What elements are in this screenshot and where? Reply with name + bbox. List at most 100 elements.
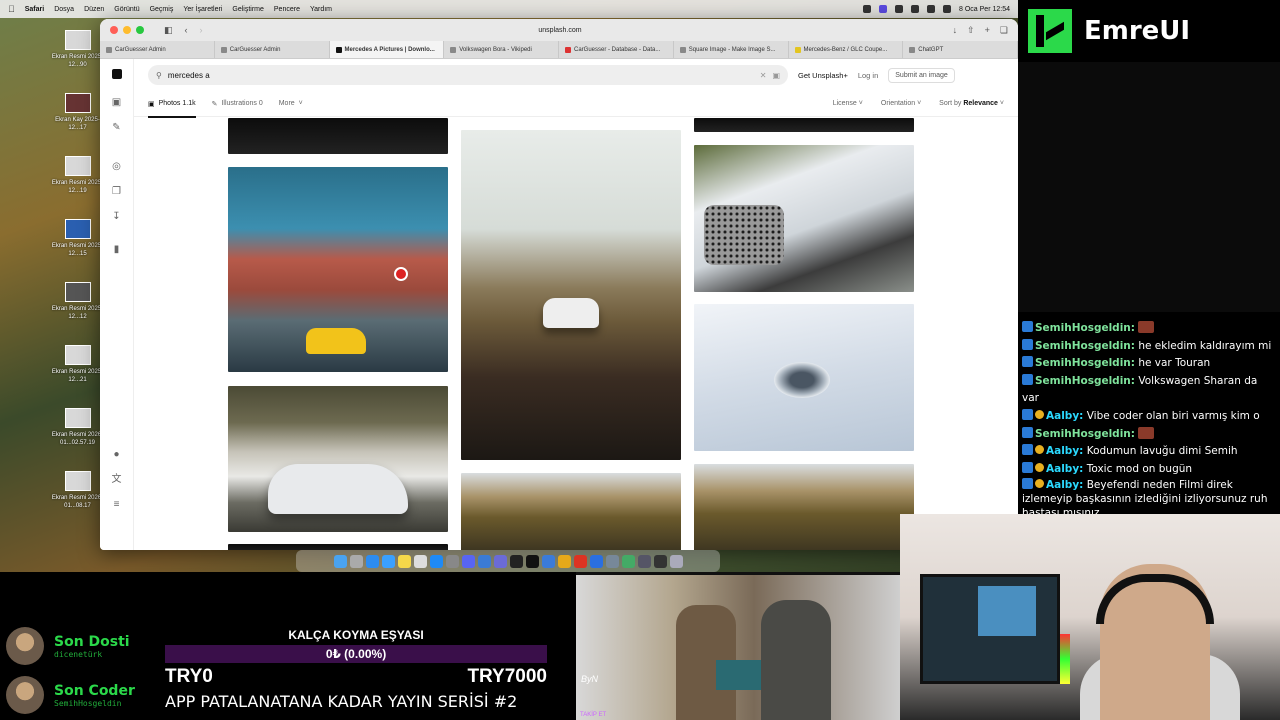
collections-icon[interactable]: ❐ xyxy=(111,186,123,198)
unsplash-logo-icon[interactable] xyxy=(111,69,122,79)
desktop-icons: Ekran Resmi 2025-12...90 Ekran Kay 2025-… xyxy=(50,30,105,534)
clear-icon[interactable]: ✕ xyxy=(760,71,767,80)
chatgpt-icon[interactable] xyxy=(509,554,523,568)
browser-tab[interactable]: Mercedes-Benz / GLC Coupe... xyxy=(789,41,904,58)
sort-filter[interactable]: Sort by Relevance ˅ xyxy=(939,100,1004,107)
settings-icon[interactable] xyxy=(445,554,459,568)
menu-item-gecmis[interactable]: Geçmiş xyxy=(150,6,174,13)
chrome-icon[interactable] xyxy=(557,554,571,568)
wifi-icon[interactable] xyxy=(911,5,920,13)
photo-card[interactable] xyxy=(228,118,448,154)
menu-item-goruntu[interactable]: Görüntü xyxy=(114,6,139,13)
photo-card[interactable] xyxy=(461,473,681,550)
photo-card[interactable] xyxy=(461,130,681,460)
browser-tab[interactable]: CarGuesser Admin xyxy=(215,41,330,58)
menu-clock[interactable]: 8 Oca Per 12:54 xyxy=(959,6,1010,13)
menu-item-dosya[interactable]: Dosya xyxy=(54,6,74,13)
tab-more[interactable]: More ˅ xyxy=(279,91,303,117)
safari-icon[interactable] xyxy=(365,554,379,568)
maximize-window-button[interactable] xyxy=(136,26,144,34)
browser-tab[interactable]: CarGuesser Admin xyxy=(100,41,215,58)
minimize-window-button[interactable] xyxy=(123,26,131,34)
menu-item-gelistirme[interactable]: Geliştirme xyxy=(232,6,264,13)
browser-tab-active[interactable]: Mercedes A Pictures | Downlo... xyxy=(329,41,445,58)
desktop-file[interactable]: Ekran Kay 2025-12...17 xyxy=(50,93,105,151)
favicon-icon xyxy=(106,46,112,53)
desktop-file[interactable]: Ekran Resmi 2026-01...08.17 xyxy=(50,471,105,529)
opera-icon[interactable] xyxy=(573,554,587,568)
search-input[interactable]: ⚲ mercedes a ✕ ▣ xyxy=(148,65,788,85)
menu-item-yardim[interactable]: Yardım xyxy=(310,6,332,13)
photo-card[interactable] xyxy=(228,386,448,532)
close-window-button[interactable] xyxy=(110,26,118,34)
photo-card[interactable] xyxy=(694,464,914,550)
status-icon[interactable] xyxy=(879,5,888,13)
desktop-file[interactable]: Ekran Resmi 2025-12...12 xyxy=(50,282,105,340)
app-icon[interactable] xyxy=(621,554,635,568)
share-icon[interactable]: ⇧ xyxy=(967,25,975,36)
app-icon[interactable] xyxy=(493,554,507,568)
menu-item-pencere[interactable]: Pencere xyxy=(274,6,300,13)
battery-icon[interactable] xyxy=(927,5,936,13)
desktop-file[interactable]: Ekran Resmi 2025-12...90 xyxy=(50,30,105,88)
tab-illustrations[interactable]: ✎ Illustrations 0 xyxy=(212,91,263,117)
menu-icon[interactable]: ≡ xyxy=(111,499,123,511)
finder-icon[interactable] xyxy=(333,554,347,568)
address-bar[interactable]: unsplash.com xyxy=(370,23,750,38)
get-unsplash-plus-link[interactable]: Get Unsplash+ xyxy=(798,71,848,80)
app-icon[interactable] xyxy=(541,554,555,568)
menu-item-duzen[interactable]: Düzen xyxy=(84,6,104,13)
brush-icon[interactable]: ✎ xyxy=(111,122,123,134)
browser-tab[interactable]: CarGuesser - Database - Data... xyxy=(559,41,674,58)
photo-card[interactable] xyxy=(694,118,914,132)
bookmark-icon[interactable]: ▮ xyxy=(111,244,123,256)
browser-tab[interactable]: Square Image - Make Image S... xyxy=(674,41,789,58)
browser-tab[interactable]: Volkswagen Bora - Vikipedi xyxy=(444,41,559,58)
tab-photos[interactable]: ▣ Photos 1.1k xyxy=(148,91,196,118)
license-filter[interactable]: License ˅ xyxy=(833,100,863,107)
submit-image-button[interactable]: Submit an image xyxy=(888,67,955,83)
discord-icon[interactable] xyxy=(461,554,475,568)
trash-icon[interactable] xyxy=(669,554,683,568)
photo-card[interactable] xyxy=(228,167,448,372)
menu-app-name[interactable]: Safari xyxy=(25,6,44,13)
desktop-file[interactable]: Ekran Resmi 2026-01...02.57.19 xyxy=(50,408,105,466)
download-icon[interactable]: ↓ xyxy=(953,25,958,36)
download-icon[interactable]: ↧ xyxy=(111,211,123,223)
notes-icon[interactable] xyxy=(397,554,411,568)
app-icon[interactable] xyxy=(653,554,667,568)
mail-icon[interactable] xyxy=(381,554,395,568)
menu-item-yer-isaretleri[interactable]: Yer İşaretleri xyxy=(183,6,222,13)
status-icon[interactable] xyxy=(895,5,904,13)
app-icon[interactable] xyxy=(477,554,491,568)
user-icon[interactable]: ● xyxy=(111,449,123,461)
app-icon[interactable] xyxy=(637,554,651,568)
login-link[interactable]: Log in xyxy=(858,71,878,80)
sidebar-toggle-icon[interactable]: ◧ xyxy=(164,25,173,36)
desktop-file[interactable]: Ekran Resmi 2025-12...21 xyxy=(50,345,105,403)
desktop-file[interactable]: Ekran Resmi 2025-12...15 xyxy=(50,219,105,277)
new-tab-icon[interactable]: + xyxy=(985,25,990,36)
terminal-icon[interactable] xyxy=(525,554,539,568)
language-icon[interactable]: 文 xyxy=(111,474,123,486)
compass-icon[interactable]: ◎ xyxy=(111,161,123,173)
orientation-filter[interactable]: Orientation ˅ xyxy=(881,100,921,107)
control-center-icon[interactable] xyxy=(943,5,952,13)
photo-icon[interactable]: ▣ xyxy=(111,97,123,109)
app-icon[interactable] xyxy=(413,554,427,568)
status-icon[interactable] xyxy=(863,5,872,13)
desktop-file[interactable]: Ekran Resmi 2025-12...19 xyxy=(50,156,105,214)
app-icon[interactable] xyxy=(605,554,619,568)
app-store-icon[interactable] xyxy=(429,554,443,568)
launchpad-icon[interactable] xyxy=(349,554,363,568)
webcam-feed xyxy=(900,514,1280,720)
forward-icon[interactable]: › xyxy=(200,25,203,36)
browser-tab[interactable]: ChatGPT xyxy=(903,41,1018,58)
back-icon[interactable]: ‹ xyxy=(185,25,188,36)
visual-search-icon[interactable]: ▣ xyxy=(772,71,780,80)
tab-overview-icon[interactable]: ❏ xyxy=(1000,25,1008,36)
photo-card[interactable] xyxy=(694,145,914,292)
apple-icon[interactable]:  xyxy=(8,4,15,14)
app-icon[interactable] xyxy=(589,554,603,568)
photo-card[interactable] xyxy=(694,304,914,451)
